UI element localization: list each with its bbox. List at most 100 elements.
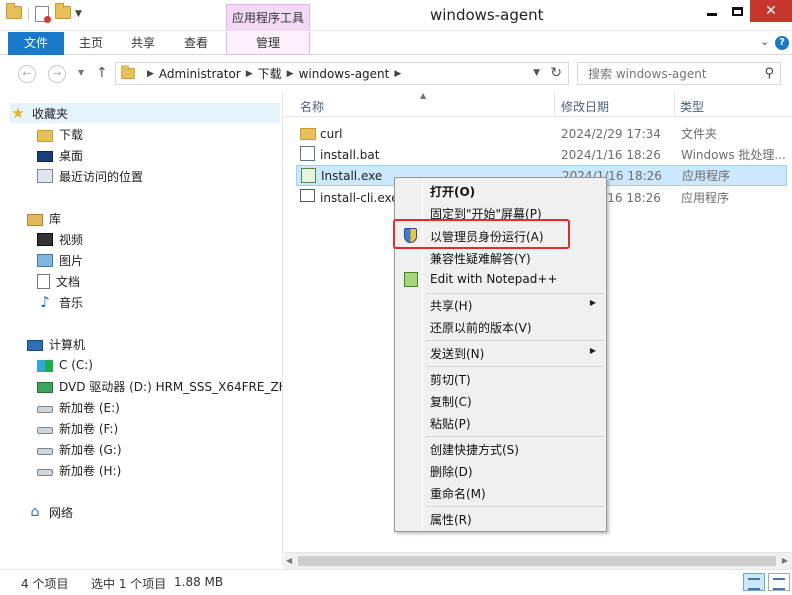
scroll-left-icon[interactable]: ◀ [286, 556, 292, 565]
address-history-dropdown-icon[interactable]: ▼ [533, 68, 540, 78]
breadcrumb-separator-icon[interactable]: ▶ [246, 69, 253, 79]
close-button[interactable]: ✕ [750, 0, 792, 22]
file-name: install-cli.exe [320, 190, 399, 205]
nav-label: 网络 [49, 505, 74, 520]
large-icons-view-button[interactable] [768, 573, 790, 591]
nav-label: 收藏夹 [32, 106, 69, 121]
selection-count: 选中 1 个项目 [91, 577, 167, 591]
nav-documents[interactable]: 文档 [37, 271, 80, 291]
properties-icon[interactable] [35, 6, 51, 23]
installer-exe-icon [301, 168, 316, 183]
menu-item-properties[interactable]: 属性(R) [398, 508, 604, 529]
menu-item-rename[interactable]: 重命名(M) [398, 482, 604, 503]
nav-network[interactable]: ⌂ 网络 [27, 502, 73, 522]
back-button[interactable]: ← [18, 65, 36, 83]
document-icon [37, 273, 50, 289]
column-header-name[interactable]: 名称 [300, 98, 324, 115]
nav-drive-d[interactable]: DVD 驱动器 (D:) HRM_SSS_X64FRE_ZH- [37, 376, 282, 396]
details-view-button[interactable] [743, 573, 765, 591]
breadcrumb-separator-icon[interactable]: ▶ [147, 69, 154, 79]
nav-drive-h[interactable]: 新加卷 (H:) [37, 460, 121, 480]
folder-icon [121, 65, 135, 80]
column-divider[interactable] [674, 92, 675, 117]
menu-item-send-to[interactable]: 发送到(N) ▶ [398, 342, 604, 363]
menu-item-share[interactable]: 共享(H) ▶ [398, 294, 604, 315]
menu-item-label: 重命名(M) [430, 487, 486, 501]
sort-ascending-icon: ▲ [420, 91, 427, 100]
menu-item-compatibility[interactable]: 兼容性疑难解答(Y) [398, 247, 604, 268]
nav-drive-e[interactable]: 新加卷 (E:) [37, 397, 120, 417]
maximize-button[interactable] [722, 0, 752, 22]
network-icon: ⌂ [30, 504, 40, 520]
menu-item-label: 还原以前的版本(V) [430, 321, 532, 335]
tab-file[interactable]: 文件 [8, 32, 64, 55]
refresh-icon[interactable]: ↻ [550, 65, 562, 81]
nav-computer[interactable]: 计算机 [27, 334, 85, 354]
dvd-drive-icon [37, 382, 53, 393]
breadcrumb-separator-icon[interactable]: ▶ [394, 69, 401, 79]
nav-pictures[interactable]: 图片 [37, 250, 83, 270]
navigation-pane: ★ 收藏夹 下载 桌面 最近访问的位置 库 视频 图片 文档 ♪ 音乐 计算机 … [0, 92, 283, 566]
hard-drive-icon [37, 427, 53, 434]
app-tools-context-header: 应用程序工具 [226, 4, 310, 31]
menu-item-label: 打开(O) [430, 185, 476, 199]
breadcrumb-separator-icon[interactable]: ▶ [287, 69, 294, 79]
nav-drive-c[interactable]: C (C:) [37, 355, 93, 375]
toolbar-divider [28, 7, 29, 21]
nav-drive-f[interactable]: 新加卷 (F:) [37, 418, 118, 438]
tab-home[interactable]: 主页 [66, 32, 116, 55]
hard-drive-icon [37, 448, 53, 455]
status-bar: 4 个项目 选中 1 个项目 1.88 MB [0, 569, 792, 595]
nav-libraries[interactable]: 库 [27, 208, 61, 228]
file-row[interactable]: install.bat 2024/1/16 18:26 Windows 批处理.… [296, 144, 792, 165]
tab-share[interactable]: 共享 [118, 32, 168, 55]
column-header-date[interactable]: 修改日期 [561, 98, 609, 115]
scrollbar-thumb[interactable] [298, 556, 776, 566]
nav-label: 文档 [56, 274, 81, 289]
nav-favorites[interactable]: ★ 收藏夹 [10, 103, 280, 123]
column-divider[interactable] [554, 92, 555, 117]
nav-drive-g[interactable]: 新加卷 (G:) [37, 439, 122, 459]
nav-label: 计算机 [49, 337, 86, 352]
nav-desktop[interactable]: 桌面 [37, 145, 83, 165]
menu-item-restore-versions[interactable]: 还原以前的版本(V) [398, 316, 604, 337]
nav-recent-places[interactable]: 最近访问的位置 [37, 166, 143, 186]
customize-toolbar-dropdown-icon[interactable]: ▼ [75, 9, 82, 19]
horizontal-scrollbar[interactable]: ◀ ▶ [284, 552, 792, 569]
menu-item-create-shortcut[interactable]: 创建快捷方式(S) [398, 438, 604, 459]
menu-item-delete[interactable]: 删除(D) [398, 460, 604, 481]
up-arrow-icon[interactable]: ↑ [96, 65, 108, 81]
star-icon: ★ [11, 104, 25, 122]
file-row[interactable]: curl 2024/2/29 17:34 文件夹 [296, 123, 792, 144]
new-folder-icon[interactable] [55, 3, 71, 22]
breadcrumb-windows-agent[interactable]: windows-agent [299, 67, 390, 81]
title-bar: ▼ 应用程序工具 windows-agent ✕ [0, 0, 792, 31]
address-bar[interactable]: ▶ Administrator ▶ 下载 ▶ windows-agent ▶ ▼… [115, 62, 569, 85]
menu-item-label: 粘贴(P) [430, 417, 471, 431]
menu-item-open[interactable]: 打开(O) [398, 180, 604, 201]
tab-manage[interactable]: 管理 [226, 32, 310, 55]
menu-item-label: Edit with Notepad++ [430, 272, 558, 286]
folder-icon[interactable] [6, 3, 22, 22]
nav-music[interactable]: ♪ 音乐 [37, 292, 83, 312]
search-icon[interactable]: ⚲ [764, 66, 774, 81]
scroll-right-icon[interactable]: ▶ [782, 556, 788, 565]
nav-downloads[interactable]: 下载 [37, 124, 83, 144]
help-icon[interactable]: ? [775, 36, 789, 50]
tab-view[interactable]: 查看 [170, 32, 222, 55]
expand-ribbon-chevron-icon[interactable]: ⌄ [760, 35, 769, 48]
menu-item-paste[interactable]: 粘贴(P) [398, 412, 604, 433]
breadcrumb-downloads[interactable]: 下载 [258, 65, 282, 82]
menu-item-label: 属性(R) [430, 513, 472, 527]
recent-locations-dropdown-icon[interactable]: ▼ [78, 68, 84, 77]
menu-item-edit-notepadpp[interactable]: Edit with Notepad++ [398, 269, 604, 290]
column-header-type[interactable]: 类型 [680, 98, 704, 115]
navigation-bar: ← → ▼ ↑ ▶ Administrator ▶ 下载 ▶ windows-a… [0, 56, 792, 92]
search-placeholder: 搜索 windows-agent [588, 67, 707, 81]
search-input[interactable]: 搜索 windows-agent ⚲ [577, 62, 781, 85]
menu-item-copy[interactable]: 复制(C) [398, 390, 604, 411]
menu-item-cut[interactable]: 剪切(T) [398, 368, 604, 389]
breadcrumb-administrator[interactable]: Administrator [159, 67, 241, 81]
forward-button[interactable]: → [48, 65, 66, 83]
nav-videos[interactable]: 视频 [37, 229, 83, 249]
